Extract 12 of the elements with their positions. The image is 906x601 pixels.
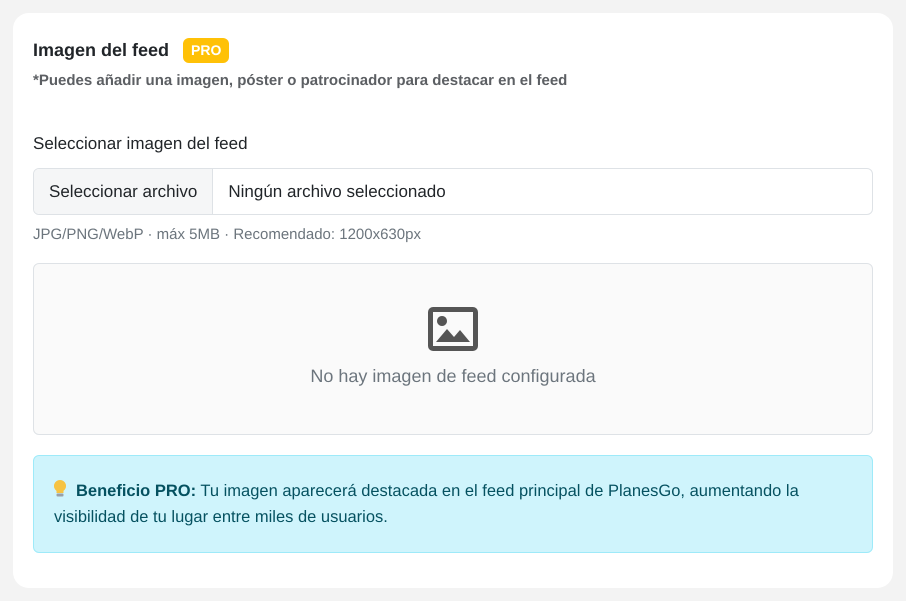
choose-file-button[interactable]: Seleccionar archivo: [34, 169, 214, 214]
image-icon: [428, 307, 478, 351]
file-status: Ningún archivo seleccionado: [227, 180, 447, 203]
section-subtitle: *Puedes añadir una imagen, póster o patrocinador para destacar en el feed: [33, 71, 568, 91]
section-title: Imagen del feed: [33, 39, 170, 62]
file-hint: JPG/PNG/WebP · máx 5MB · Recomendado: 1200x630px: [33, 225, 422, 245]
empty-preview-text: No hay imagen de feed configurada: [310, 365, 596, 388]
lightbulb-icon: [54, 480, 66, 498]
field-label: Seleccionar imagen del feed: [33, 132, 249, 154]
file-input[interactable]: Seleccionar archivo Ningún archivo seleccionado: [33, 168, 873, 215]
info-text: Beneficio PRO: Tu imagen aparecerá destacada en el feed principal de PlanesGo, aumentando la visibilidad de tu lugar entre miles de usuarios.: [54, 478, 800, 528]
pro-badge: PRO: [183, 38, 230, 63]
